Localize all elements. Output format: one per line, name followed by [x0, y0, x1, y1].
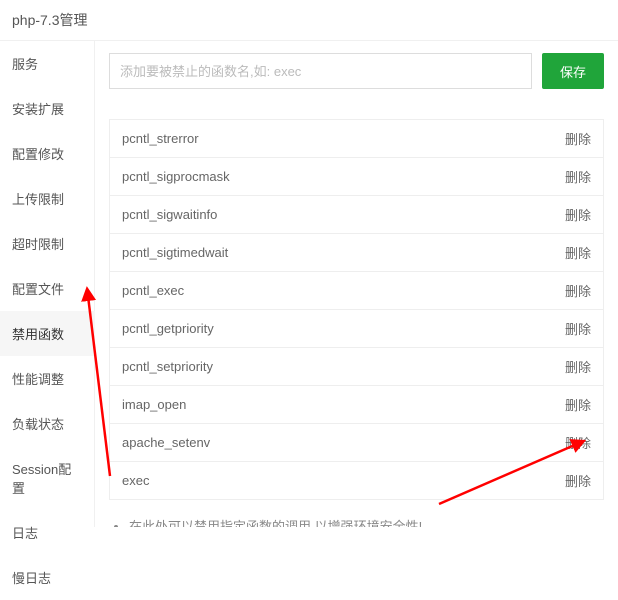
- sidebar-item[interactable]: 禁用函数: [0, 311, 94, 356]
- table-row: apache_setenv 删除: [110, 424, 603, 462]
- function-name: exec: [122, 473, 149, 488]
- sidebar-item[interactable]: 配置文件: [0, 266, 94, 311]
- table-row: pcntl_exec 删除: [110, 272, 603, 310]
- sidebar-item[interactable]: 负载状态: [0, 401, 94, 446]
- function-name: pcntl_sigwaitinfo: [122, 207, 217, 222]
- delete-link[interactable]: 删除: [565, 167, 591, 186]
- sidebar-item[interactable]: 服务: [0, 41, 94, 86]
- delete-link[interactable]: 删除: [565, 433, 591, 452]
- sidebar-item[interactable]: 配置修改: [0, 131, 94, 176]
- function-name: pcntl_strerror: [122, 131, 199, 146]
- sidebar-item[interactable]: 性能调整: [0, 356, 94, 401]
- table-row: pcntl_sigtimedwait 删除: [110, 234, 603, 272]
- disabled-functions-table: pcntl_strerror删除pcntl_sigprocmask删除pcntl…: [109, 119, 604, 500]
- delete-link[interactable]: 删除: [565, 471, 591, 490]
- delete-link[interactable]: 删除: [565, 395, 591, 414]
- sidebar-item[interactable]: 安装扩展: [0, 86, 94, 131]
- table-row: pcntl_sigprocmask 删除: [110, 158, 603, 196]
- function-name: imap_open: [122, 397, 186, 412]
- function-name: pcntl_getpriority: [122, 321, 214, 336]
- table-row: pcntl_getpriority 删除: [110, 310, 603, 348]
- function-name: pcntl_sigtimedwait: [122, 245, 228, 260]
- delete-link[interactable]: 删除: [565, 129, 591, 148]
- sidebar: 服务安装扩展配置修改上传限制超时限制配置文件禁用函数性能调整负载状态Sessio…: [0, 41, 95, 527]
- function-name: pcntl_sigprocmask: [122, 169, 230, 184]
- sidebar-item[interactable]: 日志: [0, 510, 94, 555]
- table-row: exec 删除: [110, 462, 603, 500]
- page-title: php-7.3管理: [0, 0, 618, 41]
- sidebar-item[interactable]: 上传限制: [0, 176, 94, 221]
- delete-link[interactable]: 删除: [565, 319, 591, 338]
- table-row: imap_open 删除: [110, 386, 603, 424]
- delete-link[interactable]: 删除: [565, 281, 591, 300]
- notes-list: 在此处可以禁用指定函数的调用,以增强环境安全性!强烈建议禁用如exec,syst…: [109, 514, 604, 527]
- save-button[interactable]: 保存: [542, 53, 604, 89]
- delete-link[interactable]: 删除: [565, 205, 591, 224]
- sidebar-item[interactable]: 超时限制: [0, 221, 94, 266]
- sidebar-item[interactable]: 慢日志: [0, 555, 94, 600]
- delete-link[interactable]: 删除: [565, 243, 591, 262]
- table-row: pcntl_sigwaitinfo 删除: [110, 196, 603, 234]
- function-name: pcntl_setpriority: [122, 359, 213, 374]
- table-row: pcntl_setpriority 删除: [110, 348, 603, 386]
- function-name: pcntl_exec: [122, 283, 184, 298]
- function-name: apache_setenv: [122, 435, 210, 450]
- delete-link[interactable]: 删除: [565, 357, 591, 376]
- function-name-input[interactable]: [109, 53, 532, 89]
- note-item: 在此处可以禁用指定函数的调用,以增强环境安全性!: [129, 514, 604, 527]
- table-row: pcntl_strerror 删除: [110, 120, 603, 158]
- main-panel: 保存 pcntl_strerror删除pcntl_sigprocmask删除pc…: [95, 41, 618, 527]
- sidebar-item[interactable]: Session配置: [0, 446, 94, 510]
